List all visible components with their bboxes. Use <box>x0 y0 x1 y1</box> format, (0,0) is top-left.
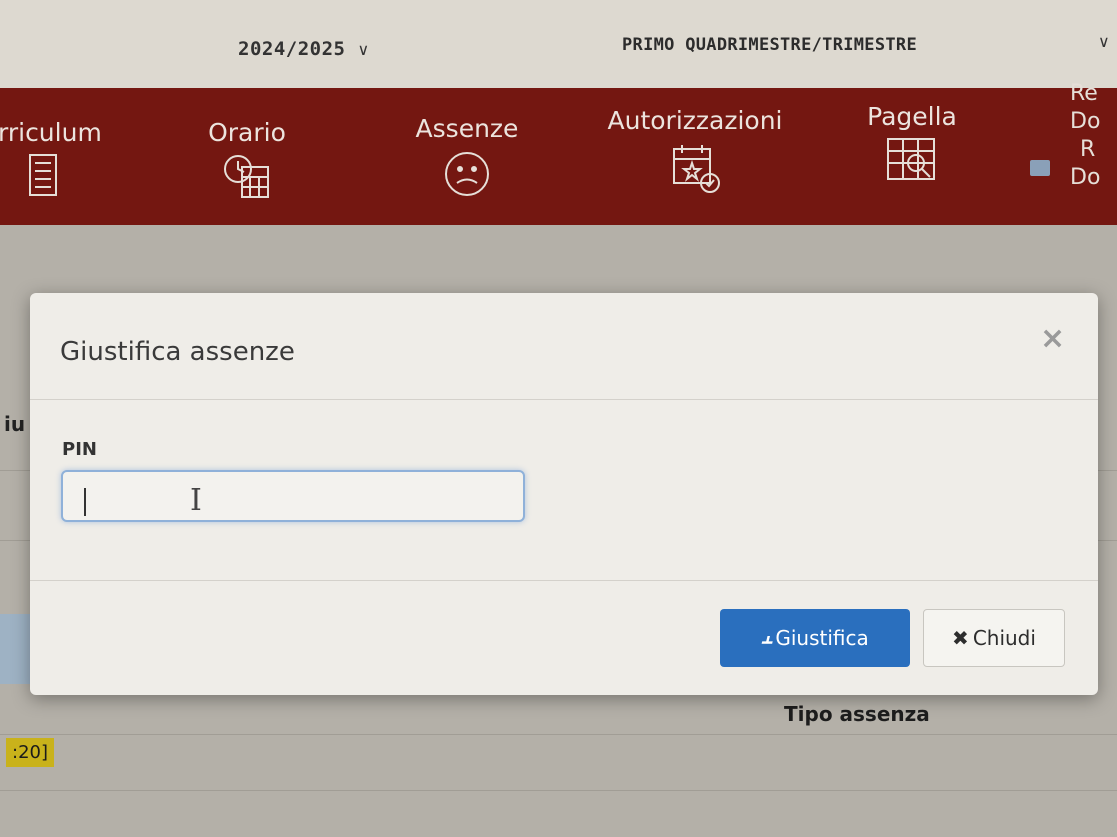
side-text-fragment: iu <box>4 412 26 436</box>
nav-item-label: Autorizzazioni <box>607 106 783 135</box>
broken-image-icon <box>1030 160 1050 176</box>
close-icon[interactable]: × <box>1040 321 1065 356</box>
chiudi-button-label: Chiudi <box>972 626 1036 650</box>
pin-label: PIN <box>62 439 97 460</box>
text-caret <box>84 488 86 516</box>
nav-item-label: Assenze <box>415 114 519 143</box>
modal-footer-divider <box>30 580 1098 581</box>
giustifica-button[interactable]: ⲳ Giustifica <box>720 609 910 667</box>
text-cursor-icon: I <box>190 483 202 518</box>
nav-item-pagella[interactable]: Pagella <box>842 102 982 187</box>
year-selector[interactable]: 2024/2025 ∨ <box>238 38 370 60</box>
top-bar: 2024/2025 ∨ PRIMO QUADRIMESTRE/TRIMESTRE … <box>0 0 1117 88</box>
clock-calendar-icon <box>192 153 302 205</box>
nav-item-assenze[interactable]: Assenze <box>405 114 529 203</box>
giustifica-button-label: Giustifica <box>775 626 869 650</box>
row-divider <box>0 790 1117 791</box>
year-value: 2024/2025 <box>238 38 346 60</box>
nav-item-label: rriculum <box>0 118 102 147</box>
calendar-check-icon <box>590 141 800 199</box>
chiudi-button[interactable]: ✖ Chiudi <box>923 609 1065 667</box>
modal-title: Giustifica assenze <box>60 337 295 367</box>
nav-right-label: Re <box>1070 81 1098 106</box>
time-badge: :20] <box>6 738 54 767</box>
signature-icon: ⲳ <box>761 626 772 651</box>
chevron-down-icon[interactable]: ∨ <box>1098 32 1110 51</box>
report-card-icon <box>842 137 982 187</box>
sad-face-icon <box>405 149 529 203</box>
nav-item-registro-docente[interactable]: Re Do R Do <box>1070 80 1100 192</box>
main-nav: rriculum Orario Assenze Autorizzazioni P… <box>0 81 1117 225</box>
nav-item-autorizzazioni[interactable]: Autorizzazioni <box>590 106 800 199</box>
nav-right-label: Do <box>1070 109 1101 134</box>
period-selector[interactable]: PRIMO QUADRIMESTRE/TRIMESTRE <box>622 35 917 55</box>
close-icon: ✖ <box>952 626 969 650</box>
document-icon <box>28 153 118 201</box>
nav-item-curriculum[interactable]: rriculum <box>0 118 118 201</box>
pin-input[interactable] <box>61 470 525 522</box>
chevron-down-icon: ∨ <box>357 40 370 59</box>
nav-item-label: Pagella <box>867 102 957 131</box>
row-divider <box>0 734 1117 735</box>
column-header-tipo-assenza: Tipo assenza <box>784 702 930 726</box>
nav-right-label: R <box>1080 137 1096 162</box>
nav-right-label: Do <box>1070 165 1101 190</box>
modal-header-divider <box>30 399 1098 400</box>
nav-item-label: Orario <box>208 118 286 147</box>
nav-item-orario[interactable]: Orario <box>192 118 302 205</box>
